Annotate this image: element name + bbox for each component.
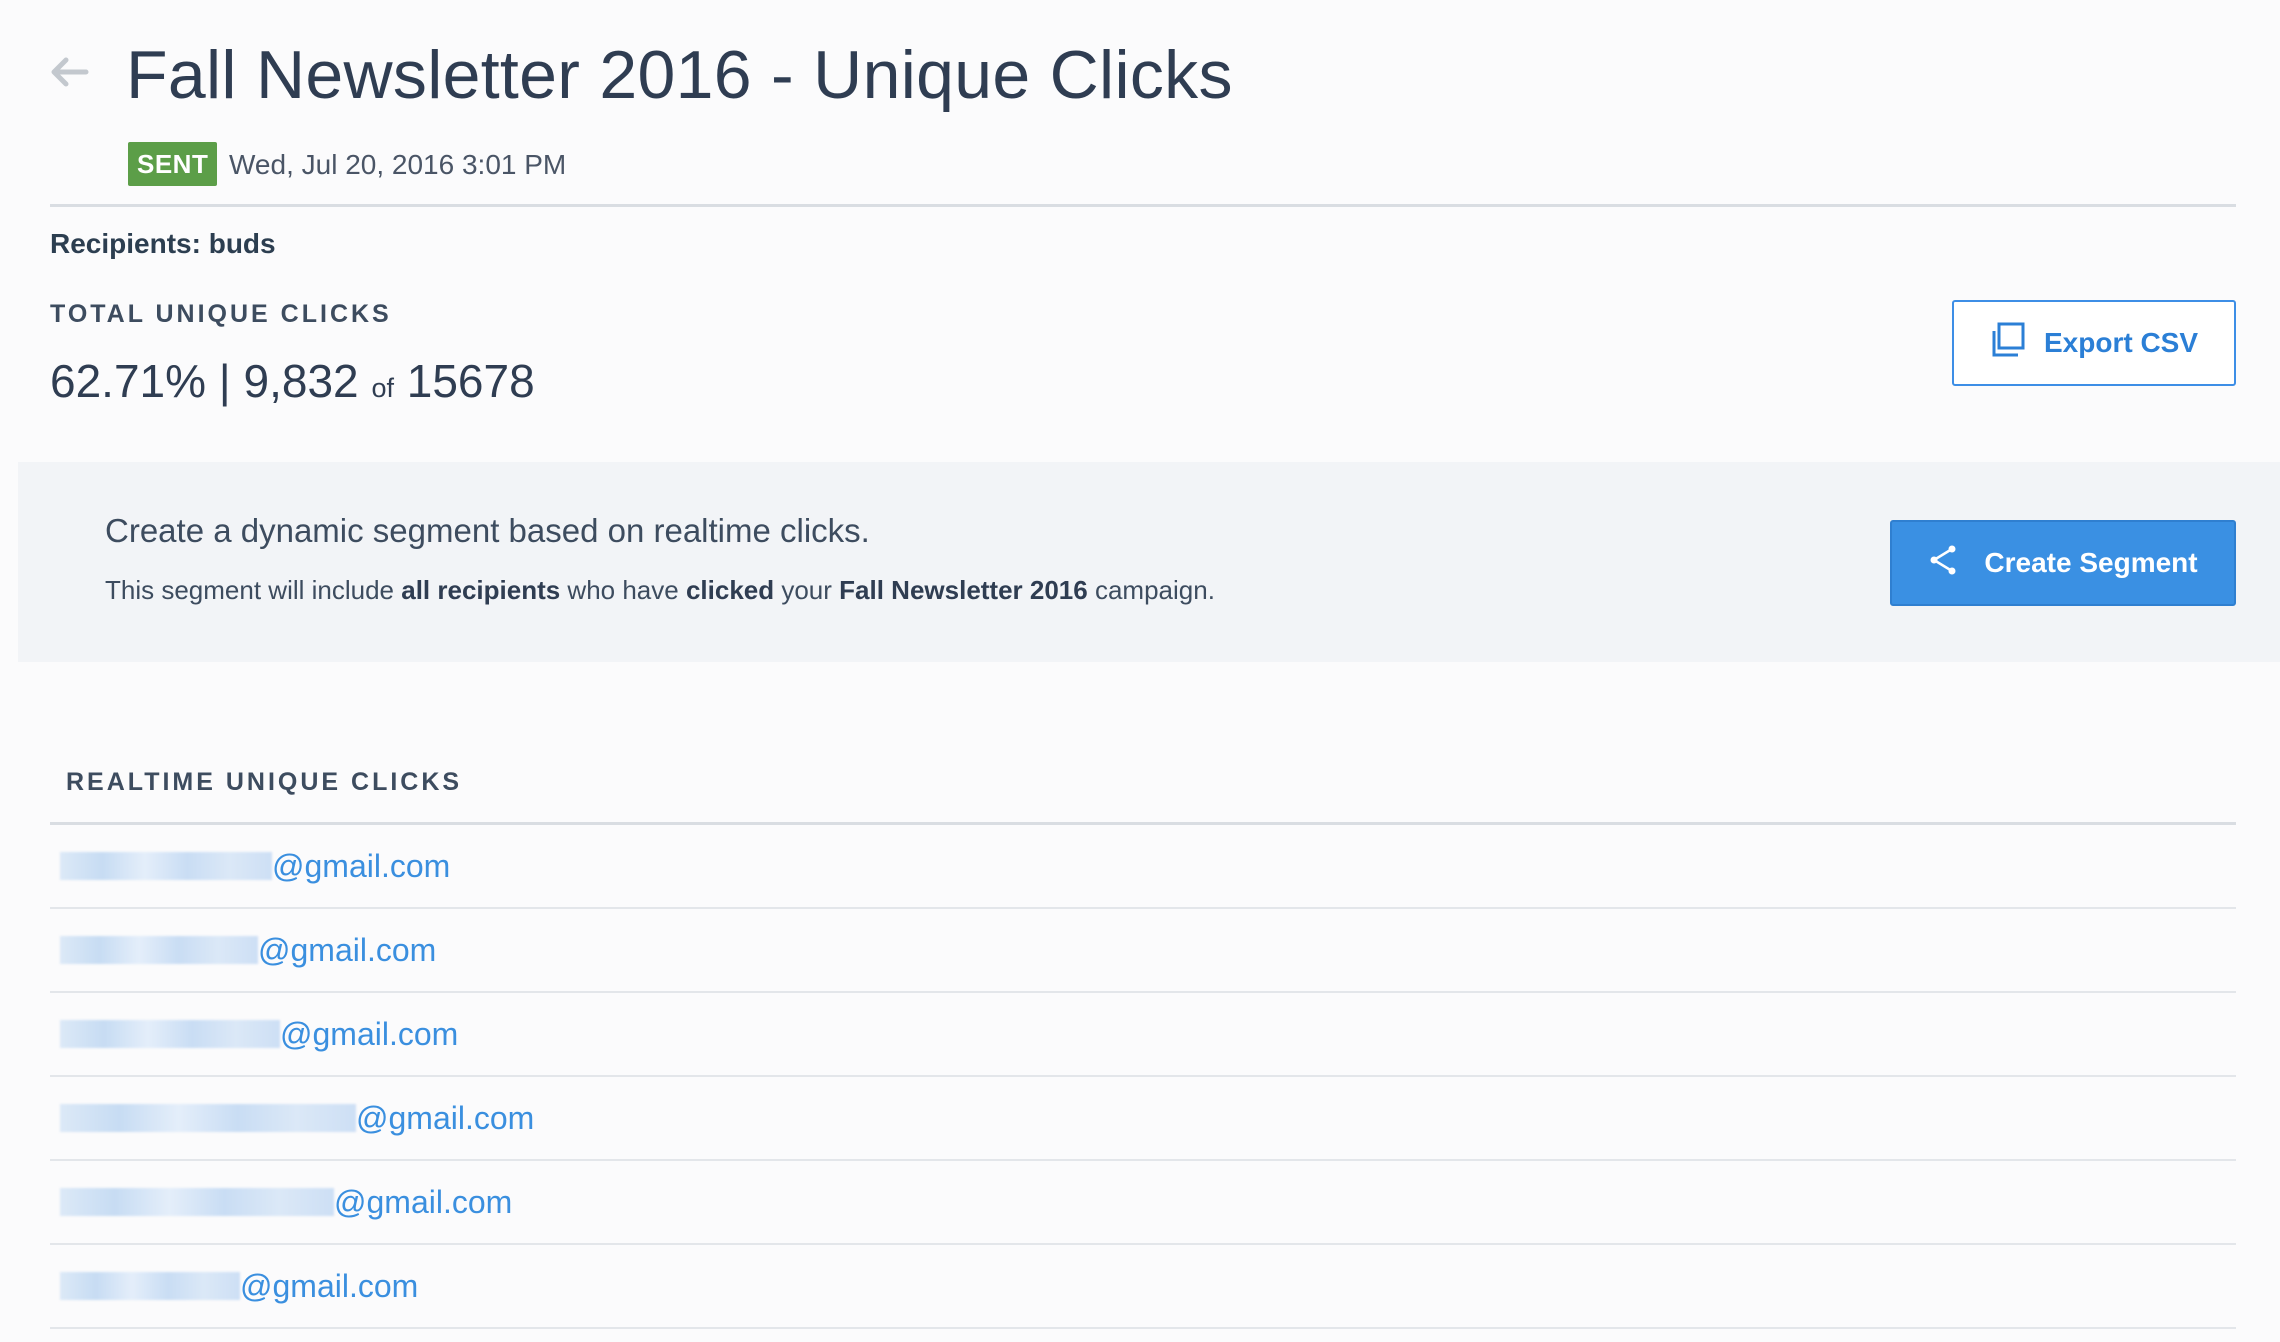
segment-description: This segment will include all recipients… [105, 575, 1215, 606]
copy-icon [1990, 322, 2026, 365]
of-word: of [371, 373, 394, 403]
export-csv-label: Export CSV [2043, 327, 2199, 358]
email-link[interactable]: @gmail.com [334, 1184, 512, 1221]
redacted-email-prefix [60, 1272, 240, 1300]
list-item[interactable]: @gmail.com [50, 993, 2236, 1077]
list-item[interactable]: @gmail.com [50, 1077, 2236, 1161]
email-link[interactable]: @gmail.com [240, 1268, 418, 1305]
stat-separator: | [218, 355, 231, 407]
back-arrow-icon[interactable] [46, 52, 90, 92]
recipient-total: 15678 [406, 355, 535, 407]
segment-desc-text: campaign. [1087, 575, 1215, 605]
redacted-email-prefix [60, 852, 272, 880]
list-item[interactable]: @gmail.com [50, 825, 2236, 909]
recipients-label: Recipients: [50, 228, 201, 259]
header-divider [50, 204, 2236, 207]
redacted-email-prefix [60, 1020, 280, 1048]
click-list: @gmail.com @gmail.com @gmail.com @gmail.… [50, 825, 2236, 1329]
list-item[interactable]: @gmail.com [50, 1161, 2236, 1245]
create-segment-button[interactable]: Create Segment [1890, 520, 2236, 606]
list-item[interactable]: @gmail.com [50, 1245, 2236, 1329]
total-unique-clicks-label: TOTAL UNIQUE CLICKS [50, 300, 392, 328]
click-percent: 62.71% [50, 355, 207, 407]
page-title: Fall Newsletter 2016 - Unique Clicks [126, 37, 1233, 113]
click-count: 9,832 [243, 355, 359, 407]
email-link[interactable]: @gmail.com [258, 932, 436, 969]
recipients-value: buds [208, 228, 276, 259]
status-badge: SENT [128, 142, 218, 186]
redacted-email-prefix [60, 1104, 356, 1132]
segment-desc-text: who have [560, 575, 686, 605]
email-link[interactable]: @gmail.com [280, 1016, 458, 1053]
realtime-unique-clicks-label: REALTIME UNIQUE CLICKS [66, 768, 463, 796]
segment-desc-bold: clicked [685, 575, 775, 605]
share-icon [1928, 544, 1960, 583]
recipients-line: Recipients: buds [50, 228, 276, 260]
segment-desc-bold: Fall Newsletter 2016 [839, 575, 1088, 605]
segment-desc-text: your [774, 575, 840, 605]
segment-heading: Create a dynamic segment based on realti… [105, 512, 870, 549]
segment-desc-bold: all recipients [401, 575, 561, 605]
create-segment-label: Create Segment [1984, 547, 2198, 578]
redacted-email-prefix [60, 936, 258, 964]
redacted-email-prefix [60, 1188, 334, 1216]
segment-desc-text: This segment will include [105, 575, 402, 605]
sent-date: Wed, Jul 20, 2016 3:01 PM [229, 149, 567, 180]
list-item[interactable]: @gmail.com [50, 909, 2236, 993]
total-unique-clicks-value: 62.71% | 9,832 of 15678 [50, 354, 535, 408]
page: Fall Newsletter 2016 - Unique Clicks SEN… [0, 0, 2280, 1342]
email-link[interactable]: @gmail.com [356, 1100, 534, 1137]
email-link[interactable]: @gmail.com [272, 848, 450, 885]
export-csv-button[interactable]: Export CSV [1952, 300, 2236, 386]
